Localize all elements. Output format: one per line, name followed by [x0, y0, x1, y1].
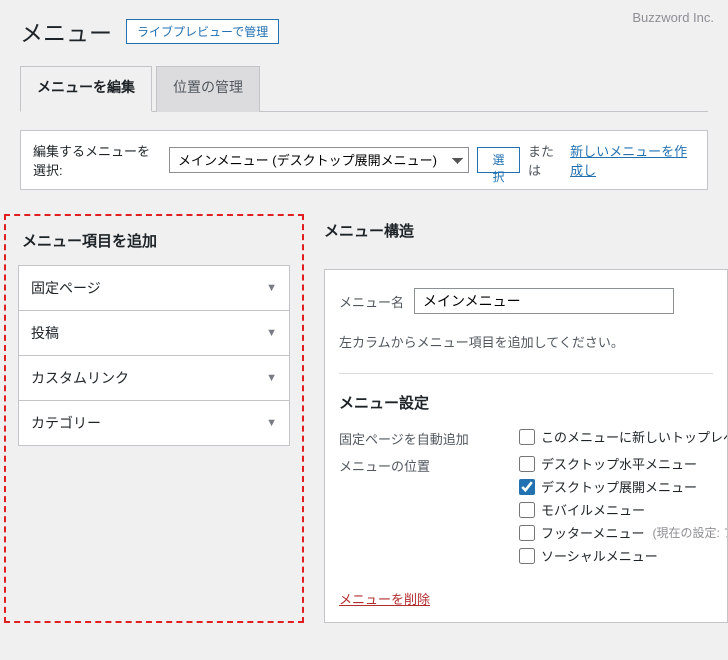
chevron-down-icon: ▼ [266, 372, 277, 384]
delete-menu-link[interactable]: メニューを削除 [339, 589, 430, 608]
add-items-title: メニュー項目を追加 [22, 230, 290, 251]
location-sub-label: (現在の設定: フッ [652, 524, 728, 541]
chevron-down-icon: ▼ [266, 417, 277, 429]
or-text: または [528, 141, 562, 179]
structure-title: メニュー構造 [324, 220, 728, 255]
select-button[interactable]: 選択 [477, 147, 520, 173]
accordion-item-pages[interactable]: 固定ページ ▼ [19, 266, 289, 311]
auto-add-checkbox-label: このメニューに新しいトップレベ [541, 427, 728, 446]
accordion-label: 固定ページ [31, 278, 101, 298]
location-checkbox[interactable] [519, 548, 535, 564]
location-checkbox-group: デスクトップ水平メニューデスクトップ展開メニューモバイルメニューフッターメニュー… [519, 454, 728, 565]
accordion-label: 投稿 [31, 323, 59, 343]
location-checkbox-label: デスクトップ水平メニュー [541, 454, 697, 473]
menu-name-input[interactable] [414, 288, 674, 314]
location-checkbox-label: フッターメニュー [541, 523, 644, 542]
live-preview-button[interactable]: ライブプレビューで管理 [126, 19, 279, 44]
select-menu-label: 編集するメニューを選択: [33, 141, 161, 179]
tab-edit-menu[interactable]: メニューを編集 [20, 66, 152, 112]
accordion-label: カテゴリー [31, 413, 101, 433]
auto-add-checkbox[interactable] [519, 429, 535, 445]
accordion-item-categories[interactable]: カテゴリー ▼ [19, 401, 289, 445]
menu-select[interactable]: メインメニュー (デスクトップ展開メニュー) [169, 147, 469, 173]
accordion-item-posts[interactable]: 投稿 ▼ [19, 311, 289, 356]
brand-label: Buzzword Inc. [632, 10, 714, 25]
settings-title: メニュー設定 [339, 392, 713, 413]
page-title: メニュー [20, 14, 112, 48]
auto-add-label: 固定ページを自動追加 [339, 427, 519, 448]
instruction-text: 左カラムからメニュー項目を追加してください。 [339, 332, 713, 351]
location-checkbox-label: モバイルメニュー [541, 500, 645, 519]
accordion-item-custom-link[interactable]: カスタムリンク ▼ [19, 356, 289, 401]
accordion-label: カスタムリンク [31, 368, 129, 388]
chevron-down-icon: ▼ [266, 327, 277, 339]
location-label: メニューの位置 [339, 454, 519, 475]
location-checkbox-label: デスクトップ展開メニュー [541, 477, 697, 496]
location-checkbox-label: ソーシャルメニュー [541, 546, 658, 565]
location-checkbox[interactable] [519, 479, 535, 495]
tab-manage-locations[interactable]: 位置の管理 [156, 66, 260, 112]
separator [339, 373, 713, 374]
chevron-down-icon: ▼ [266, 282, 277, 294]
location-checkbox[interactable] [519, 456, 535, 472]
menu-name-label: メニュー名 [339, 292, 404, 311]
location-checkbox[interactable] [519, 525, 535, 541]
create-new-menu-link[interactable]: 新しいメニューを作成し [570, 141, 695, 179]
location-checkbox[interactable] [519, 502, 535, 518]
